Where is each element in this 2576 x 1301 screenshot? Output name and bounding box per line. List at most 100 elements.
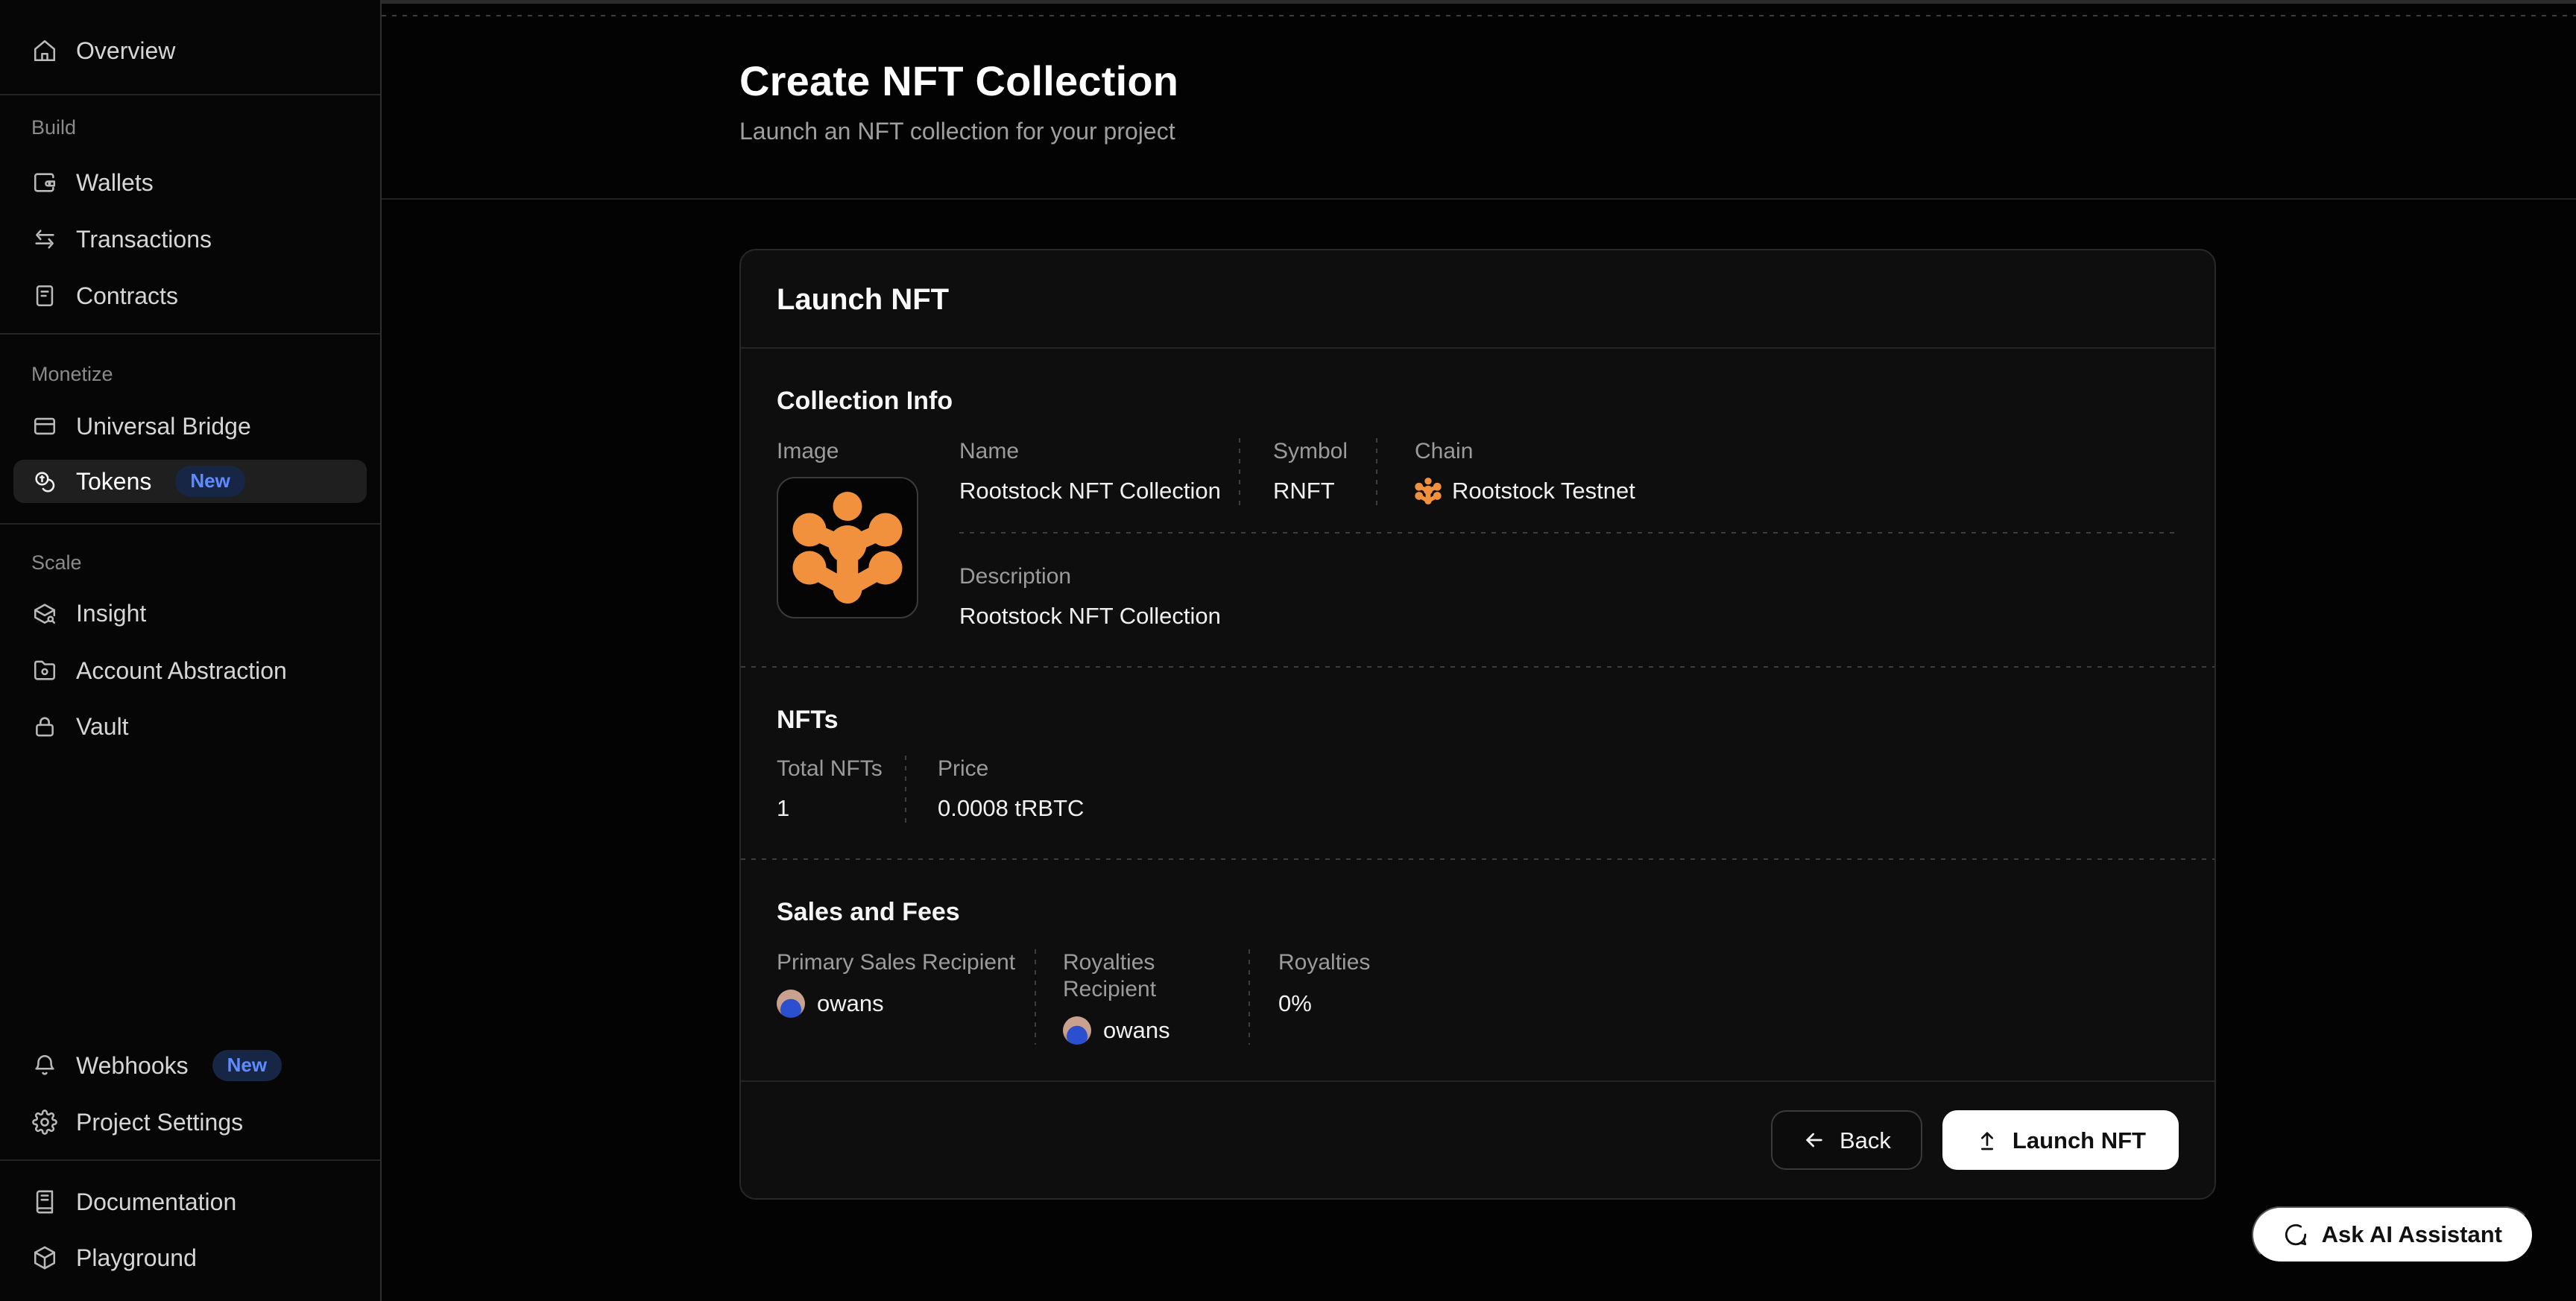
gear-icon	[31, 1109, 58, 1136]
sidebar-item-transactions[interactable]: Transactions	[0, 215, 380, 263]
royalties-value: 0%	[1278, 990, 1370, 1018]
collection-info-heading: Collection Info	[777, 386, 2179, 416]
description-cell: Description Rootstock NFT Collection	[959, 563, 2179, 630]
description-label: Description	[959, 563, 2179, 590]
card-icon	[31, 413, 58, 440]
book-icon	[31, 1188, 58, 1215]
sidebar-item-label: Universal Bridge	[76, 413, 251, 440]
card-header: Launch NFT	[741, 250, 2214, 347]
sidebar-item-label: Wallets	[76, 169, 154, 197]
primary-sales-cell: Primary Sales Recipient owans	[777, 949, 1035, 1045]
sidebar-section-build: Build	[0, 116, 380, 139]
royalties-recipient-value: owans	[1103, 1016, 1170, 1045]
arrow-left-icon	[1802, 1128, 1826, 1152]
image-cell: Image	[777, 438, 959, 630]
sales-fees-heading: Sales and Fees	[777, 897, 2179, 927]
coins-icon	[31, 468, 58, 495]
sidebar-item-label: Contracts	[76, 282, 178, 310]
app-root: Overview Build Wallets Transactions Cont…	[0, 0, 2576, 1301]
launch-nft-card: Launch NFT Collection Info Image	[739, 249, 2216, 1200]
swap-arrows-icon	[31, 226, 58, 253]
chain-label: Chain	[1415, 438, 2179, 465]
launch-nft-button[interactable]: Launch NFT	[1942, 1110, 2179, 1170]
card-footer: Back Launch NFT	[741, 1080, 2214, 1198]
main-content: Create NFT Collection Launch an NFT coll…	[382, 0, 2576, 1301]
name-cell: Name Rootstock NFT Collection	[959, 438, 1239, 505]
symbol-label: Symbol	[1273, 438, 1376, 465]
sidebar-item-label: Project Settings	[76, 1109, 243, 1136]
sidebar-item-label: Tokens	[76, 468, 151, 496]
sidebar-item-documentation[interactable]: Documentation	[0, 1178, 380, 1226]
chat-bubble-icon	[2283, 1222, 2308, 1247]
sidebar: Overview Build Wallets Transactions Cont…	[0, 0, 382, 1301]
top-accent-bar	[382, 0, 2576, 4]
document-icon	[31, 282, 58, 309]
wallet-icon	[31, 169, 58, 196]
new-badge: New	[212, 1050, 282, 1081]
royalties-recipient-label: Royalties Recipient	[1063, 949, 1248, 1003]
back-button-label: Back	[1840, 1129, 1891, 1152]
upload-icon	[1975, 1128, 1999, 1152]
sidebar-item-account-abstraction[interactable]: Account Abstraction	[0, 647, 380, 694]
price-value: 0.0008 tRBTC	[938, 794, 1084, 823]
avatar	[1063, 1016, 1091, 1045]
royalties-recipient-cell: Royalties Recipient owans	[1036, 949, 1248, 1045]
sidebar-item-label: Playground	[76, 1244, 197, 1272]
sidebar-item-playground[interactable]: Playground	[0, 1234, 380, 1282]
header-divider	[382, 198, 2576, 200]
sidebar-item-label: Webhooks	[76, 1052, 189, 1080]
sidebar-divider	[0, 523, 380, 525]
collection-image	[777, 477, 918, 618]
symbol-value: RNFT	[1273, 477, 1376, 505]
sidebar-item-wallets[interactable]: Wallets	[0, 159, 380, 206]
sidebar-section-scale: Scale	[0, 551, 380, 574]
sidebar-item-label: Insight	[76, 600, 146, 627]
lock-icon	[31, 713, 58, 740]
nfts-heading: NFTs	[777, 705, 2179, 735]
sidebar-item-vault[interactable]: Vault	[0, 703, 380, 750]
page-header: Create NFT Collection Launch an NFT coll…	[382, 16, 2576, 146]
royalties-label: Royalties	[1278, 949, 1370, 976]
collection-inner-dashed-divider	[959, 532, 2179, 534]
collection-info-section: Collection Info Image Name Rootstock NFT…	[741, 349, 2214, 666]
image-label: Image	[777, 438, 959, 465]
sidebar-item-webhooks[interactable]: Webhooks New	[0, 1042, 380, 1089]
sidebar-item-tokens[interactable]: Tokens New	[13, 460, 367, 503]
launch-nft-button-label: Launch NFT	[2012, 1129, 2146, 1152]
sidebar-item-project-settings[interactable]: Project Settings	[0, 1098, 380, 1146]
card-title: Launch NFT	[777, 283, 2179, 316]
sidebar-divider	[0, 1159, 380, 1161]
price-label: Price	[938, 756, 1084, 782]
bell-icon	[31, 1052, 58, 1079]
sidebar-section-monetize: Monetize	[0, 363, 380, 386]
sidebar-item-universal-bridge[interactable]: Universal Bridge	[0, 402, 380, 450]
sidebar-item-insight[interactable]: Insight	[0, 589, 380, 637]
collection-fields: Name Rootstock NFT Collection Symbol RNF…	[959, 438, 2179, 630]
total-nfts-cell: Total NFTs 1	[777, 756, 905, 823]
ask-ai-assistant-label: Ask AI Assistant	[2322, 1221, 2502, 1248]
sidebar-item-label: Transactions	[76, 226, 212, 253]
description-value: Rootstock NFT Collection	[959, 602, 2179, 630]
sidebar-item-label: Overview	[76, 37, 175, 65]
sidebar-spacer	[0, 750, 380, 1042]
price-cell: Price 0.0008 tRBTC	[906, 756, 1084, 823]
sidebar-item-overview[interactable]: Overview	[0, 27, 380, 75]
sidebar-item-contracts[interactable]: Contracts	[0, 272, 380, 320]
ask-ai-assistant-button[interactable]: Ask AI Assistant	[2252, 1206, 2534, 1263]
sidebar-divider	[0, 333, 380, 335]
name-value: Rootstock NFT Collection	[959, 477, 1239, 505]
royalties-cell: Royalties 0%	[1250, 949, 1370, 1045]
sidebar-item-label: Documentation	[76, 1188, 236, 1216]
primary-sales-label: Primary Sales Recipient	[777, 949, 1035, 976]
nfts-section: NFTs Total NFTs 1 Price 0.0008 tRBTC	[741, 668, 2214, 858]
back-button[interactable]: Back	[1771, 1110, 1922, 1170]
rootstock-logo-icon	[792, 492, 903, 604]
sidebar-item-label: Vault	[76, 713, 129, 741]
page-subtitle: Launch an NFT collection for your projec…	[739, 116, 2576, 146]
sidebar-item-label: Account Abstraction	[76, 657, 287, 685]
sales-fees-section: Sales and Fees Primary Sales Recipient o…	[741, 860, 2214, 1080]
new-badge: New	[175, 466, 244, 497]
sidebar-divider	[0, 94, 380, 95]
rootstock-chain-icon	[1415, 478, 1442, 504]
primary-sales-value: owans	[817, 990, 884, 1018]
